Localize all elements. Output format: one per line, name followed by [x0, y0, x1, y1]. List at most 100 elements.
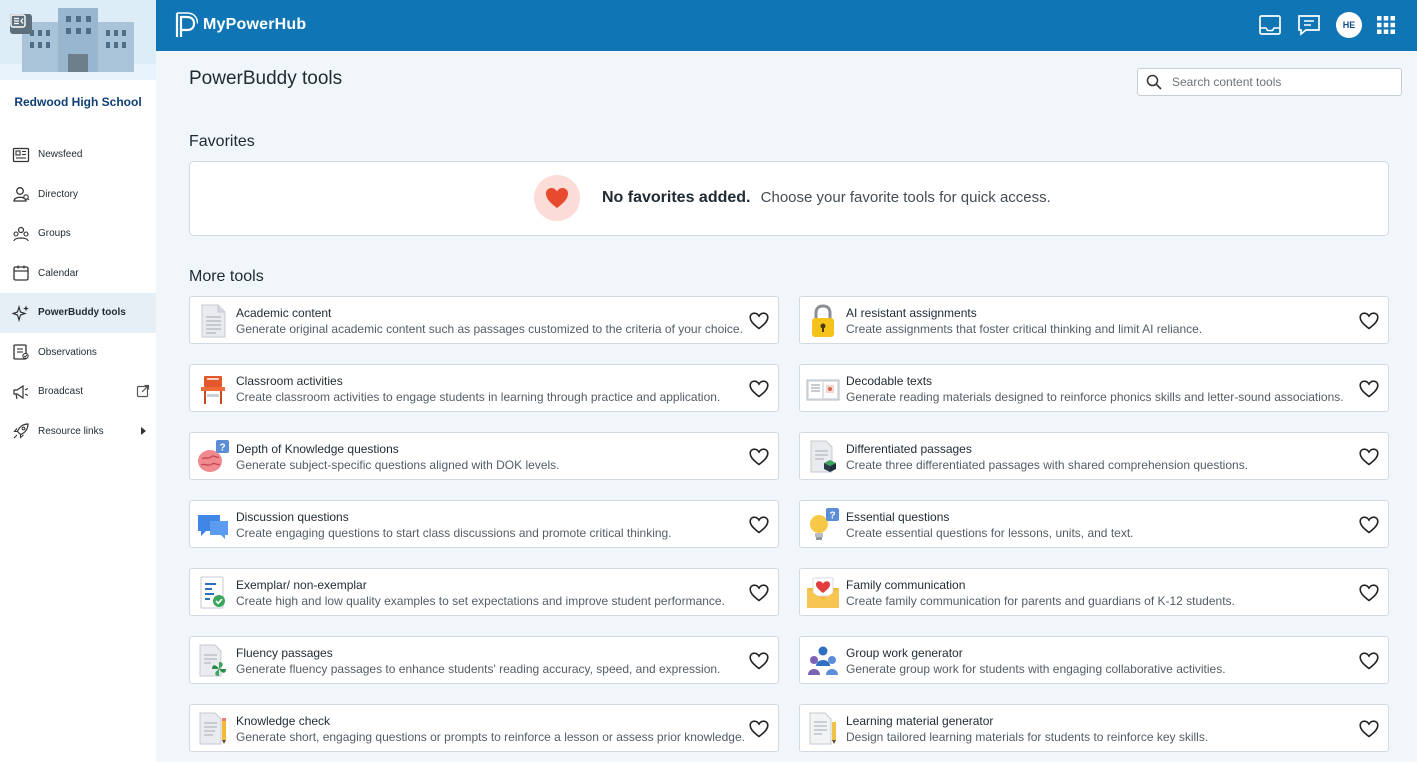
- collapse-menu-icon: [10, 14, 26, 28]
- open-book-icon: [806, 371, 840, 407]
- rocket-icon: [12, 422, 30, 440]
- messages-button[interactable]: [1296, 12, 1322, 38]
- sidebar-item-label: Observations: [38, 346, 97, 358]
- inbox-icon: [1259, 15, 1281, 35]
- collapse-sidebar-button[interactable]: [10, 14, 32, 34]
- favorite-heart-icon[interactable]: [748, 310, 770, 332]
- favorite-heart-icon[interactable]: [748, 514, 770, 536]
- tool-card[interactable]: Learning material generator Design tailo…: [799, 704, 1389, 752]
- tool-card[interactable]: Knowledge check Generate short, engaging…: [189, 704, 779, 752]
- tool-card[interactable]: Exemplar/ non-exemplar Create high and l…: [189, 568, 779, 616]
- tool-card[interactable]: Group work generator Generate group work…: [799, 636, 1389, 684]
- tool-description: Generate original academic content such …: [236, 322, 743, 336]
- favorite-heart-icon[interactable]: [748, 446, 770, 468]
- tool-title: Discussion questions: [236, 510, 349, 524]
- tool-description: Create family communication for parents …: [846, 594, 1235, 608]
- tool-card[interactable]: Academic content Generate original acade…: [189, 296, 779, 344]
- tool-card[interactable]: ? Essential questions Create essential q…: [799, 500, 1389, 548]
- favorite-heart-icon[interactable]: [1358, 446, 1380, 468]
- external-link-icon[interactable]: [136, 384, 150, 398]
- tool-title: Differentiated passages: [846, 442, 972, 456]
- favorite-heart-icon[interactable]: [1358, 650, 1380, 672]
- newsfeed-icon: [12, 146, 30, 164]
- sidebar-item-observations[interactable]: Observations: [0, 333, 156, 373]
- sparkle-icon: [12, 304, 30, 322]
- tool-description: Create high and low quality examples to …: [236, 594, 725, 608]
- tool-description: Generate subject-specific questions alig…: [236, 458, 560, 472]
- favorite-heart-icon[interactable]: [748, 650, 770, 672]
- tool-card[interactable]: AI resistant assignments Create assignme…: [799, 296, 1389, 344]
- favorites-empty-panel: No favorites added. Choose your favorite…: [189, 161, 1389, 236]
- favorite-heart-icon[interactable]: [1358, 514, 1380, 536]
- favorite-heart-icon[interactable]: [1358, 378, 1380, 400]
- sidebar-item-label: PowerBuddy tools: [38, 307, 126, 319]
- sidebar-item-calendar[interactable]: Calendar: [0, 254, 156, 294]
- inbox-button[interactable]: [1257, 12, 1283, 38]
- tool-card[interactable]: Fluency passages Generate fluency passag…: [189, 636, 779, 684]
- school-name: Redwood High School: [14, 95, 142, 109]
- favorites-heading: Favorites: [189, 133, 255, 150]
- tool-card[interactable]: Family communication Create family commu…: [799, 568, 1389, 616]
- tool-description: Design tailored learning materials for s…: [846, 730, 1209, 744]
- sidebar-item-powerbuddy-tools[interactable]: PowerBuddy tools: [0, 293, 156, 333]
- search-icon: [1146, 74, 1162, 90]
- tool-description: Generate reading materials designed to r…: [846, 390, 1344, 404]
- favorite-heart-icon[interactable]: [748, 378, 770, 400]
- pencil-document-icon: [196, 711, 230, 747]
- mypowerhub-logo-icon[interactable]: [174, 11, 199, 39]
- speech-bubbles-icon: [196, 507, 230, 543]
- sidebar-item-newsfeed[interactable]: Newsfeed: [0, 135, 156, 175]
- user-avatar-button[interactable]: HE: [1336, 12, 1362, 38]
- tool-card[interactable]: ? Depth of Knowledge questions Generate …: [189, 432, 779, 480]
- tool-card[interactable]: Discussion questions Create engaging que…: [189, 500, 779, 548]
- svg-text:?: ?: [219, 443, 225, 454]
- lightbulb-question-icon: ?: [806, 507, 840, 543]
- favorite-heart-icon[interactable]: [748, 582, 770, 604]
- search-input[interactable]: [1172, 75, 1392, 89]
- tool-card[interactable]: Classroom activities Create classroom ac…: [189, 364, 779, 412]
- sidebar-nav: Newsfeed Directory Groups Calendar Power…: [0, 135, 156, 451]
- tool-description: Generate group work for students with en…: [846, 662, 1226, 676]
- tool-title: Knowledge check: [236, 714, 331, 728]
- padlock-icon: [806, 303, 840, 339]
- brand-name: MyPowerHub: [203, 16, 307, 33]
- favorite-heart-icon[interactable]: [1358, 582, 1380, 604]
- tool-title: Classroom activities: [236, 374, 343, 388]
- calendar-icon: [12, 264, 30, 282]
- sidebar-item-label: Broadcast: [38, 386, 84, 398]
- sidebar-item-groups[interactable]: Groups: [0, 214, 156, 254]
- app-launcher-button[interactable]: [1373, 12, 1399, 38]
- tool-card[interactable]: Differentiated passages Create three dif…: [799, 432, 1389, 480]
- favorite-heart-icon[interactable]: [748, 718, 770, 740]
- tool-card[interactable]: Decodable texts Generate reading materia…: [799, 364, 1389, 412]
- favorites-empty-title: No favorites added.: [602, 189, 751, 206]
- tool-description: Create classroom activities to engage st…: [236, 390, 721, 404]
- tool-title: AI resistant assignments: [846, 306, 977, 320]
- desk-chair-icon: [196, 371, 230, 407]
- sidebar-item-directory[interactable]: Directory: [0, 175, 156, 215]
- caret-right-icon[interactable]: [136, 424, 150, 438]
- heart-envelope-icon: [806, 575, 840, 611]
- notes-pencil-icon: [806, 711, 840, 747]
- chat-icon: [1298, 15, 1320, 36]
- sidebar: Redwood High School Newsfeed Directory G…: [0, 0, 156, 762]
- megaphone-icon: [12, 383, 30, 401]
- search-box: [1137, 68, 1402, 96]
- tool-title: Learning material generator: [846, 714, 994, 728]
- favorite-heart-icon[interactable]: [1358, 310, 1380, 332]
- tool-description: Create three differentiated passages wit…: [846, 458, 1249, 472]
- observations-icon: [12, 343, 30, 361]
- directory-icon: [12, 185, 30, 203]
- sidebar-item-broadcast[interactable]: Broadcast: [0, 372, 156, 412]
- tool-title: Academic content: [236, 306, 332, 320]
- document-icon: [196, 303, 230, 339]
- heart-icon: [534, 175, 580, 221]
- tool-description: Generate short, engaging questions or pr…: [236, 730, 745, 744]
- favorite-heart-icon[interactable]: [1358, 718, 1380, 740]
- brain-question-icon: ?: [196, 439, 230, 475]
- favorites-empty-text: Choose your favorite tools for quick acc…: [760, 189, 1051, 206]
- tool-title: Depth of Knowledge questions: [236, 442, 399, 456]
- checklist-icon: [196, 575, 230, 611]
- sidebar-item-resource-links[interactable]: Resource links: [0, 412, 156, 452]
- tool-title: Exemplar/ non-exemplar: [236, 578, 367, 592]
